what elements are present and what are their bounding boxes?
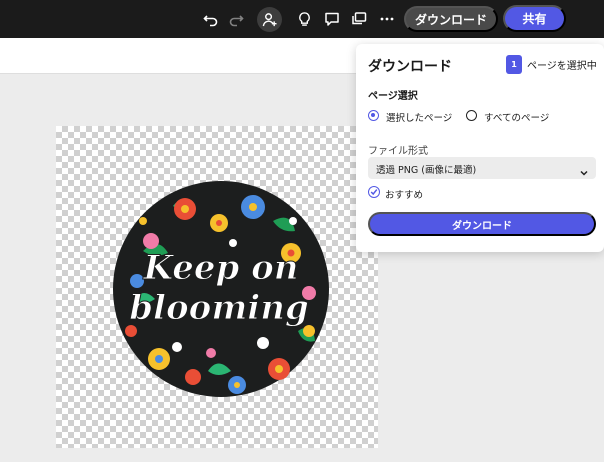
design-canvas[interactable]: Keep on blooming — [56, 126, 378, 448]
chevron-down-icon — [579, 163, 589, 182]
top-toolbar: ダウンロード 共有 — [0, 0, 604, 38]
redo-icon[interactable] — [226, 9, 246, 29]
lightbulb-icon[interactable] — [294, 9, 314, 29]
recommended-label: おすすめ — [385, 190, 424, 201]
radio-all-pages-label[interactable]: すべてのページ — [484, 110, 549, 124]
add-person-button[interactable] — [257, 7, 282, 32]
comment-icon[interactable] — [322, 9, 342, 29]
undo-icon[interactable] — [201, 9, 221, 29]
check-icon — [370, 189, 378, 196]
file-format-select[interactable]: 透過 PNG (画像に最適) — [368, 157, 596, 179]
add-person-icon — [262, 13, 277, 27]
recommended-checkbox[interactable] — [368, 186, 380, 198]
file-format-label: ファイル形式 — [368, 146, 428, 157]
radio-selected-page[interactable] — [368, 110, 379, 121]
page-count-label: ページを選択中 — [527, 61, 597, 72]
share-button[interactable]: 共有 — [503, 5, 566, 32]
download-button[interactable]: ダウンロード — [404, 6, 498, 32]
panel-title: ダウンロード — [368, 59, 452, 75]
panel-download-button[interactable]: ダウンロード — [368, 212, 596, 236]
design-text-line2: blooming — [129, 288, 308, 328]
radio-all-pages[interactable] — [466, 110, 477, 121]
download-panel: ダウンロード 1 ページを選択中 ページ選択 選択したページ すべてのページ フ… — [356, 44, 604, 252]
floral-circle-design: Keep on blooming — [113, 181, 329, 397]
more-icon[interactable] — [377, 9, 397, 29]
file-format-value: 透過 PNG (画像に最適) — [376, 165, 477, 176]
radio-selected-page-label[interactable]: 選択したページ — [386, 110, 452, 124]
page-count-badge: 1 — [506, 55, 522, 74]
design-text-line1: Keep on — [142, 248, 298, 288]
present-icon[interactable] — [349, 9, 369, 29]
page-select-label: ページ選択 — [368, 91, 418, 102]
